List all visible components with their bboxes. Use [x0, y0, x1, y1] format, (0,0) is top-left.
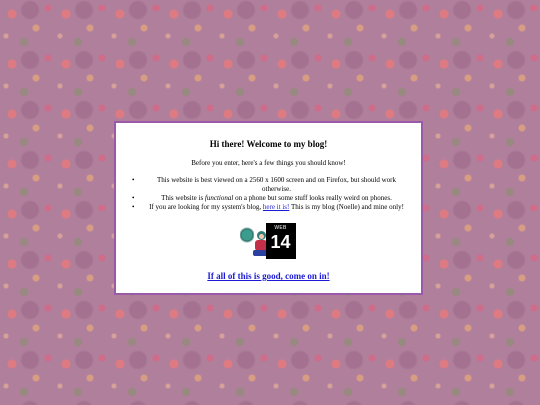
- page-background: { "title": "Hi there! Welcome to my blog…: [0, 0, 540, 405]
- note-text-prefix: This website is: [161, 194, 205, 202]
- intro-text: Before you enter, here's a few things yo…: [191, 159, 346, 167]
- list-item: This website is best viewed on a 2560 x …: [132, 176, 411, 194]
- system-blog-link[interactable]: here it is!: [263, 203, 289, 211]
- badge-label-number: 14: [270, 232, 291, 252]
- welcome-title: Hi there! Welcome to my blog!: [209, 139, 328, 149]
- welcome-box: Hi there! Welcome to my blog! Before you…: [114, 121, 423, 295]
- list-item: If you are looking for my system's blog,…: [132, 203, 411, 212]
- list-item: This website is functional on a phone bu…: [132, 194, 411, 203]
- enter-blog-link[interactable]: If all of this is good, come on in!: [207, 271, 329, 281]
- notes-list: This website is best viewed on a 2560 x …: [116, 176, 421, 212]
- note-text-suffix: This is my blog (Noelle) and mine only!: [289, 203, 404, 211]
- web14-card: WEB 14: [265, 223, 296, 259]
- note-text-suffix: on a phone but some stuff looks really w…: [233, 194, 392, 202]
- badge-label-top: WEB: [274, 225, 287, 231]
- web14-badge: WEB 14: [239, 223, 298, 261]
- note-text: This website is best viewed on a 2560 x …: [157, 176, 396, 193]
- note-emphasis: functional: [204, 194, 234, 202]
- note-text-prefix: If you are looking for my system's blog,: [149, 203, 263, 211]
